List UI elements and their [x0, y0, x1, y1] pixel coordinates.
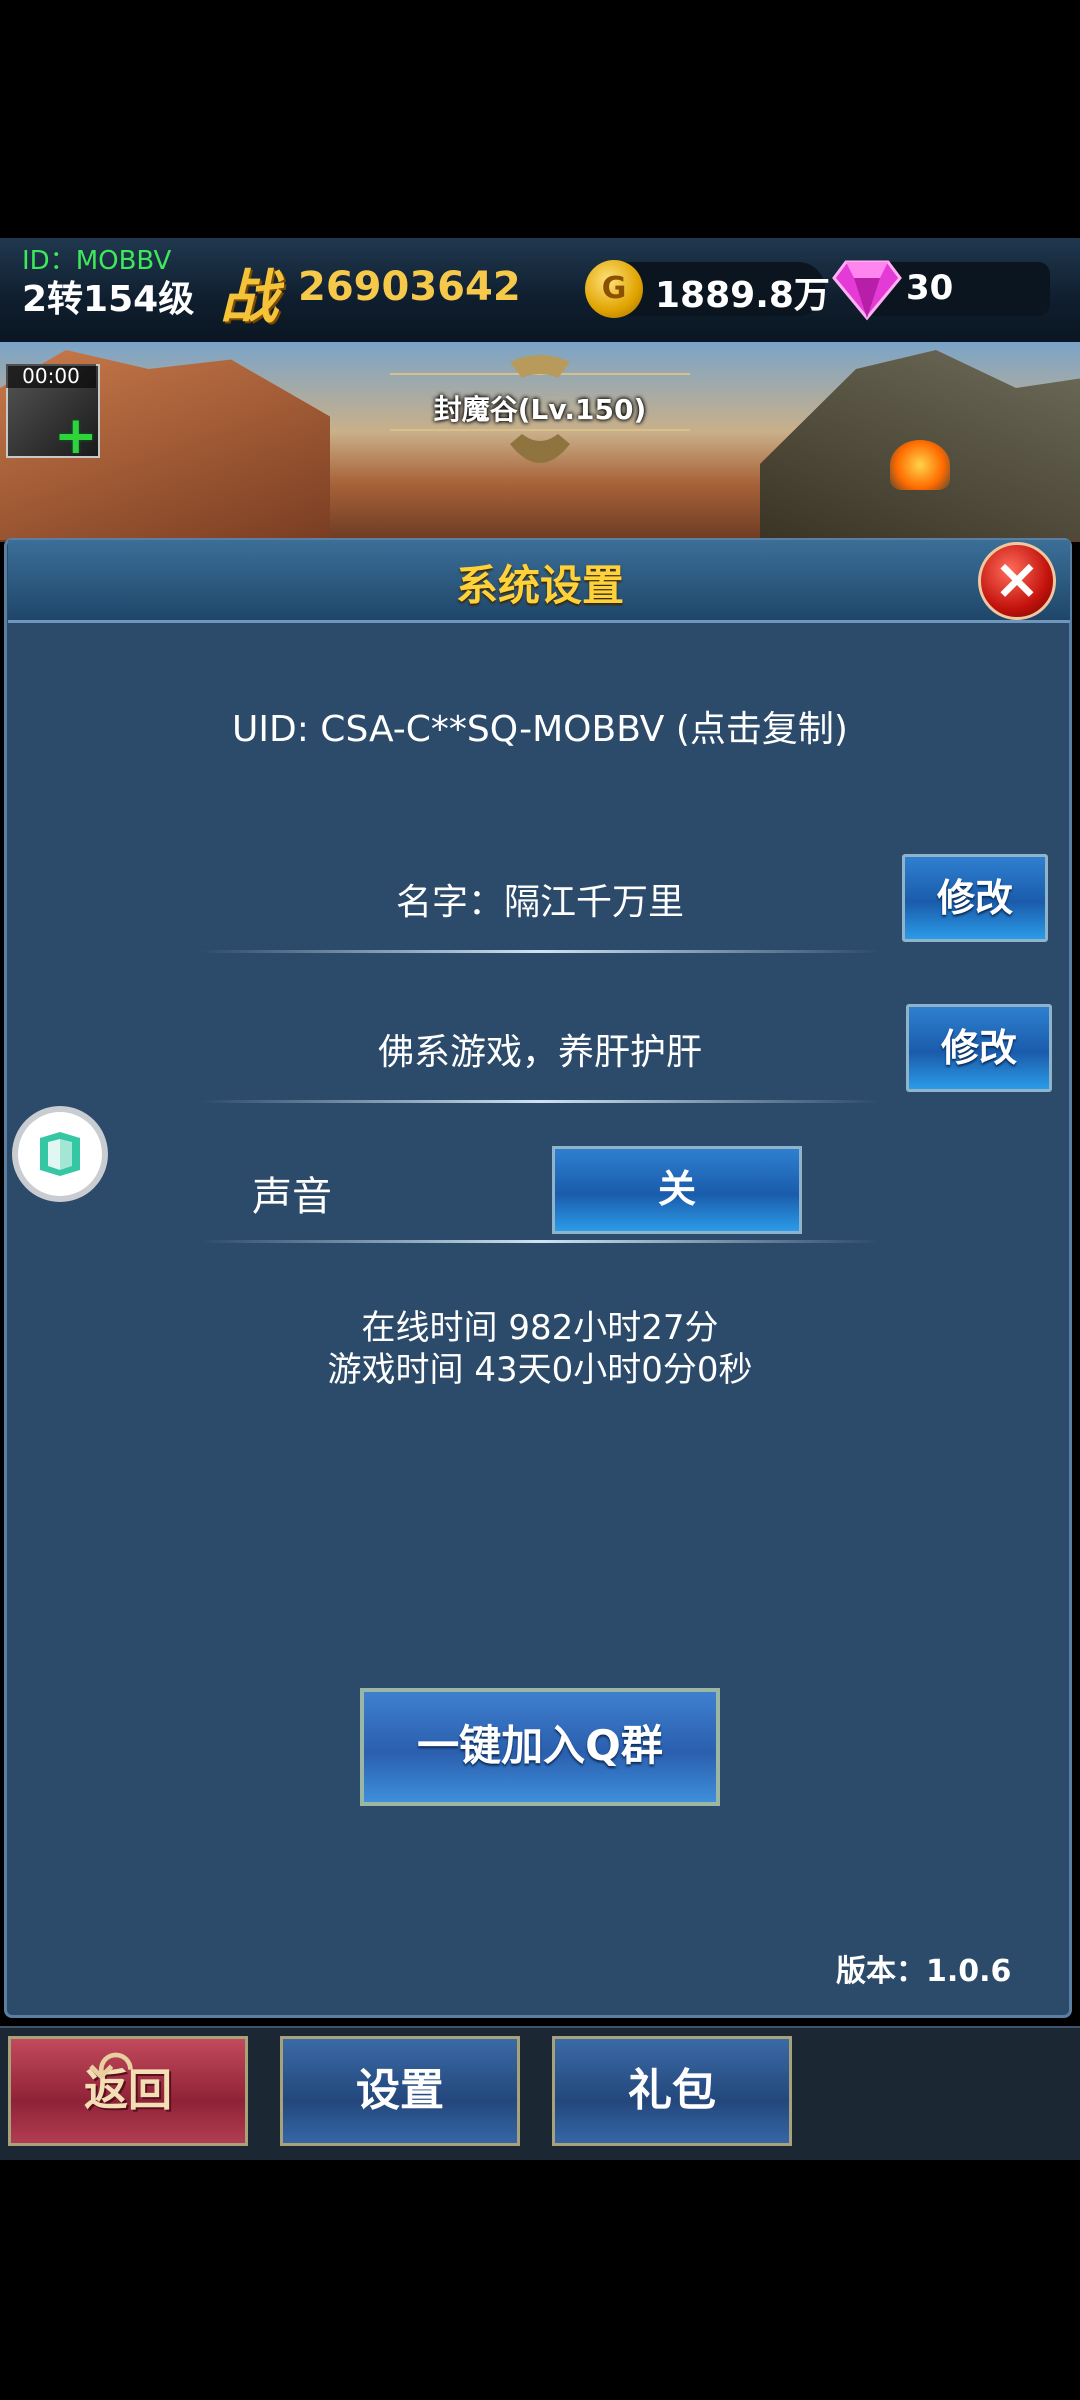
play-time: 游戏时间 43天0小时0分0秒	[327, 1350, 753, 1390]
battle-power-value: 26903642	[298, 264, 521, 310]
close-button[interactable]: ×	[978, 542, 1056, 620]
floating-assistant-button[interactable]	[12, 1106, 108, 1202]
gold-coin-icon: G	[585, 260, 643, 318]
settings-tab-button[interactable]: 设置	[280, 2036, 520, 2146]
divider	[200, 1240, 880, 1243]
edit-name-button[interactable]: 修改	[902, 854, 1048, 942]
version-label: 版本：1.0.6	[836, 1954, 1012, 1989]
settings-title: 系统设置	[455, 561, 624, 610]
signature-label: 佛系游戏，养肝护肝	[377, 1032, 702, 1073]
plus-icon[interactable]: +	[54, 410, 98, 462]
divider	[200, 950, 880, 953]
diamond-icon	[832, 260, 902, 321]
cube-icon	[40, 1132, 80, 1176]
skill-timer: 00:00	[6, 364, 96, 388]
battle-power-icon: 战	[220, 263, 279, 331]
join-qq-group-button[interactable]: 一键加入Q群	[360, 1688, 720, 1806]
map-name: 封魔谷(Lv.150)	[433, 393, 647, 426]
divider	[200, 1100, 880, 1103]
player-name-label: 名字：隔江千万里	[395, 882, 684, 923]
edit-signature-button[interactable]: 修改	[906, 1004, 1052, 1092]
gift-pack-button[interactable]: 礼包	[552, 2036, 792, 2146]
scene-fire	[890, 440, 950, 490]
uid-copy-text[interactable]: UID: CSA-C**SQ-MOBBV (点击复制)	[0, 700, 1080, 752]
back-arrow-icon: ↶	[88, 2039, 135, 2104]
gold-value: 1889.8万	[655, 275, 830, 316]
player-level: 2转154级	[22, 279, 195, 320]
sound-label: 声音	[252, 1174, 332, 1220]
gem-value: 30	[906, 268, 954, 308]
sound-toggle[interactable]: 关	[552, 1146, 802, 1234]
